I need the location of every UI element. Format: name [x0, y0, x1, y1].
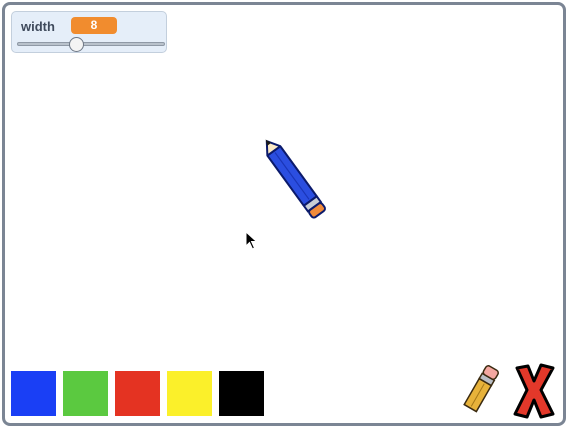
slider-value-badge: 8: [71, 17, 117, 34]
slider-track[interactable]: [17, 42, 165, 46]
mouse-pointer-icon: [245, 231, 258, 250]
color-swatch-black[interactable]: [219, 371, 264, 416]
stage-canvas[interactable]: width 8: [2, 2, 566, 426]
slider-thumb[interactable]: [68, 37, 84, 52]
pencil-icon[interactable]: [245, 125, 345, 235]
color-swatch-green[interactable]: [63, 371, 108, 416]
color-swatch-yellow[interactable]: [167, 371, 212, 416]
clear-x-icon[interactable]: [511, 362, 557, 420]
width-slider-monitor: width 8: [11, 11, 167, 53]
color-swatch-blue[interactable]: [11, 371, 56, 416]
eraser-icon[interactable]: [457, 359, 509, 421]
slider-label: width: [21, 19, 55, 34]
color-swatch-red[interactable]: [115, 371, 160, 416]
